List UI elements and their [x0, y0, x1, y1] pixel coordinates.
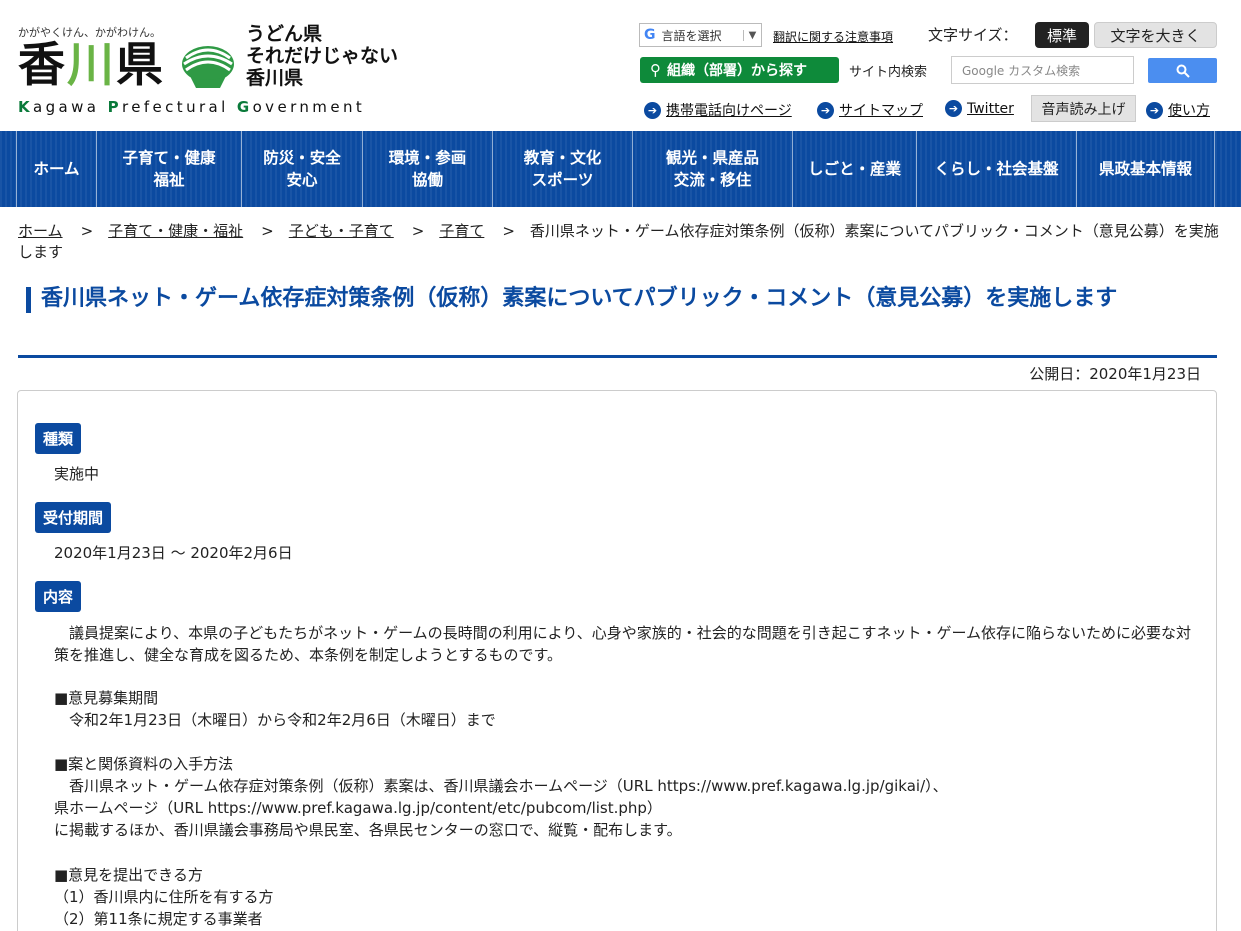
- breadcrumb-link-home[interactable]: ホーム: [18, 222, 63, 240]
- google-icon: G: [644, 27, 656, 43]
- mobile-page-link[interactable]: ➔ 携帯電話向けページ: [644, 100, 792, 120]
- breadcrumb-link-children[interactable]: 子ども・子育て: [289, 222, 394, 240]
- nav-disaster-safety[interactable]: 防災・安全 安心: [242, 131, 363, 207]
- language-select-label: 言語を選択: [661, 28, 722, 43]
- section-materials: ■案と関係資料の入手方法 香川県ネット・ゲーム依存症対策条例（仮称）素案は、香川…: [54, 755, 948, 839]
- title-divider: [18, 355, 1217, 358]
- font-large-button[interactable]: 文字を大きく: [1094, 22, 1217, 48]
- arrow-right-icon: ➔: [945, 100, 962, 117]
- nav-education-culture[interactable]: 教育・文化 スポーツ: [493, 131, 633, 207]
- org-search-label: 組織（部署）から探す: [667, 63, 807, 79]
- breadcrumb-link-childrearing[interactable]: 子育て: [439, 222, 484, 240]
- section-period: ■意見募集期間 令和2年1月23日（木曜日）から令和2年2月6日（木曜日）まで: [54, 689, 496, 729]
- twitter-link[interactable]: ➔ Twitter: [945, 100, 1014, 117]
- search-button[interactable]: [1148, 58, 1217, 83]
- site-search-label: サイト内検索: [849, 65, 928, 80]
- published-date: 公開日：2020年1月23日: [1029, 365, 1201, 383]
- nav-childcare-health[interactable]: 子育て・健康 福祉: [97, 131, 242, 207]
- arrow-right-icon: ➔: [817, 101, 834, 119]
- dropdown-arrow-icon: ▼: [743, 29, 761, 41]
- logo-char-3: 県: [116, 38, 165, 93]
- nav-work-industry[interactable]: しごと・産業: [793, 131, 917, 207]
- font-size-label: 文字サイズ：: [928, 26, 1018, 44]
- detail-label: 内容: [35, 581, 82, 612]
- section-eligibility: ■意見を提出できる方 （1）香川県内に住所を有する方 （2）第11条に規定する事…: [54, 866, 274, 928]
- nav-government-info[interactable]: 県政基本情報: [1077, 131, 1215, 207]
- org-search-button[interactable]: ⚲ 組織（部署）から探す: [640, 57, 839, 83]
- nav-tourism[interactable]: 観光・県産品 交流・移住: [633, 131, 793, 207]
- font-standard-button[interactable]: 標準: [1035, 22, 1089, 48]
- nav-environment[interactable]: 環境・参画 協働: [363, 131, 493, 207]
- search-icon: ⚲: [650, 61, 661, 79]
- page-title: 香川県ネット・ゲーム依存症対策条例（仮称）素案についてパブリック・コメント（意見…: [18, 283, 1217, 315]
- breadcrumb-separator: >: [80, 222, 94, 240]
- arrow-right-icon: ➔: [1146, 101, 1163, 119]
- slogan: うどん県 それだけじゃない 香川県: [246, 23, 398, 89]
- breadcrumb-separator: >: [502, 222, 515, 240]
- nav-living-infra[interactable]: くらし・社会基盤: [917, 131, 1077, 207]
- logo-text[interactable]: 香川県: [18, 36, 165, 96]
- search-input[interactable]: Google カスタム検索: [951, 56, 1134, 84]
- slogan-line-3: 香川県: [246, 67, 304, 89]
- type-value: 実施中: [54, 465, 100, 483]
- breadcrumb: ホーム > 子育て・健康・福祉 > 子ども・子育て > 子育て > 香川県ネット・ゲーム依存症対…: [18, 221, 1223, 263]
- global-nav: ホーム 子育て・健康 福祉 防災・安全 安心 環境・参画 協働 教育・文化 スポ…: [0, 131, 1241, 207]
- search-icon: [1176, 64, 1190, 78]
- language-select[interactable]: G 言語を選択 ▼: [639, 23, 762, 47]
- logo-char-1: 香: [18, 38, 67, 93]
- translation-notice-link[interactable]: 翻訳に関する注意事項: [773, 28, 893, 45]
- period-label: 受付期間: [35, 502, 112, 533]
- type-label: 種類: [35, 423, 82, 454]
- site-header: かがやくけん、かがわけん。 香川県 うどん県 それだけじゃない 香川県 Kaga…: [0, 0, 1241, 131]
- breadcrumb-separator: >: [411, 222, 425, 240]
- period-value: 2020年1月23日 ～ 2020年2月6日: [54, 544, 293, 562]
- arrow-right-icon: ➔: [644, 101, 661, 119]
- udon-bowl-icon: [182, 46, 234, 88]
- detail-intro: 議員提案により、本県の子どもたちがネット・ゲームの長時間の利用により、心身や家族…: [54, 624, 1192, 664]
- logo-char-2: 川: [67, 38, 116, 93]
- breadcrumb-separator: >: [261, 222, 274, 240]
- logo-roman: Kagawa Prefectural Government: [18, 98, 366, 116]
- voice-read-button[interactable]: 音声読み上げ: [1031, 95, 1136, 122]
- breadcrumb-link-childcare-health[interactable]: 子育て・健康・福祉: [108, 222, 243, 240]
- nav-home[interactable]: ホーム: [16, 131, 97, 207]
- howto-link[interactable]: ➔ 使い方: [1146, 100, 1210, 120]
- sitemap-link[interactable]: ➔ サイトマップ: [817, 100, 923, 120]
- slogan-line-1: うどん県: [246, 23, 323, 45]
- slogan-line-2: それだけじゃない: [246, 45, 399, 67]
- content-panel: 種類 実施中 受付期間 2020年1月23日 ～ 2020年2月6日 内容 議員…: [17, 390, 1217, 931]
